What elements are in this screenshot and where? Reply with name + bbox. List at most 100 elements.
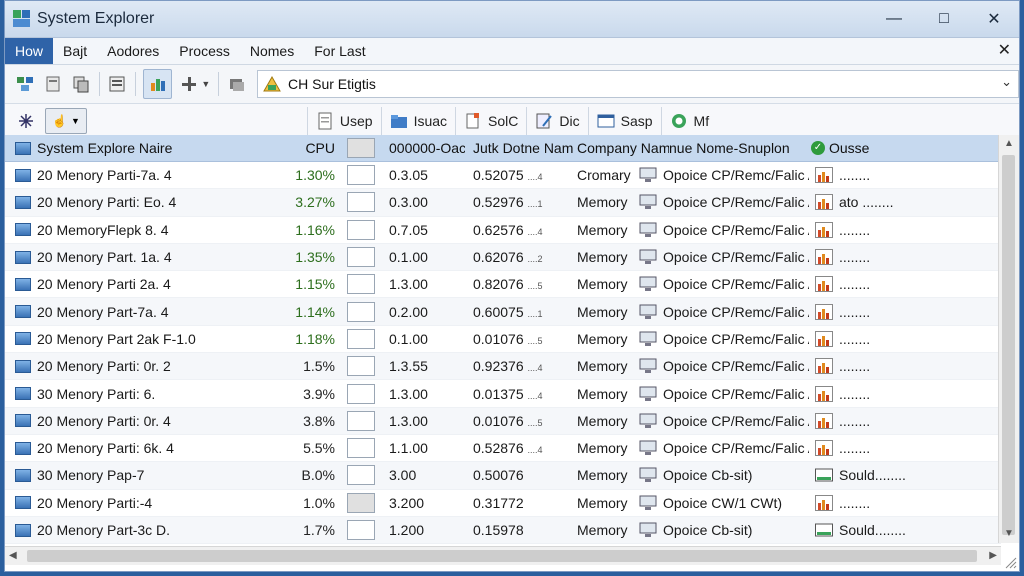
faults-cell: 0.92376 ....4 [473,358,543,375]
select-checkbox[interactable] [341,410,381,431]
scroll-up-icon[interactable]: ▲ [999,135,1019,153]
close-window-button[interactable]: ✕ [969,1,1019,37]
status-cell: ........ [809,330,919,347]
select-checkbox[interactable] [341,492,381,513]
isuac-button[interactable]: Isuac [380,107,455,135]
menu-nomes[interactable]: Nomes [240,38,304,64]
select-checkbox[interactable] [341,247,381,268]
table-row[interactable]: 20 MemoryFlepk 8. 4 1.16% 0.7.05 0.62576 ..… [5,217,1001,244]
status-cell: ........ [809,358,919,375]
table-row[interactable]: 20 Menory Part 2ak F-1.0 1.18% 0.1.00 0.010… [5,326,1001,354]
grid-header: System Explore Naire CPU 000000-Oac Jutk… [5,135,1001,162]
table-row[interactable]: 20 Menory Part-7a. 4 1.14% 0.2.00 0.60075 .… [5,298,1001,326]
process-icon [15,414,31,428]
vertical-scrollbar[interactable]: ▲ ▼ [998,135,1019,543]
solc-button[interactable]: SolC [455,107,526,135]
sasp-button[interactable]: Sasp [587,107,661,135]
usep-button[interactable]: Usep [306,107,381,135]
table-row[interactable]: 20 Menory Parti 2a. 4 1.15% 1.3.00 0.82076 … [5,271,1001,299]
status-cell: ato ........ [809,194,919,211]
scroll-thumb[interactable] [1002,155,1015,535]
scroll-down-icon[interactable]: ▼ [999,525,1019,543]
resize-grip-icon[interactable] [1003,555,1017,569]
monitor-icon [639,386,657,401]
table-row[interactable]: 20 Menory Parti: Eo. 4 3.27% 0.3.00 0.52976… [5,189,1001,217]
table-row[interactable]: 30 Menory Parti: 6. 3.9% 1.3.00 0.01375 ...… [5,380,1001,408]
menu-how[interactable]: How [5,38,54,64]
list-icon[interactable] [106,72,128,96]
select-checkbox[interactable] [341,356,381,377]
description-cell: Opoice CP/Remc/Falic A [633,222,809,238]
menu-process[interactable]: Process [169,38,240,64]
select-checkbox[interactable] [341,192,381,213]
copy-icon[interactable] [70,72,92,96]
hscroll-thumb[interactable] [27,550,977,562]
status-cell: ........ [809,221,919,238]
menu-aodores[interactable]: Aodores [97,38,169,64]
table-row[interactable]: 20 Menory Part-3c D. 1.7% 1.200 0.15978 Mem… [5,516,1001,545]
graph-icon [815,167,833,184]
select-checkbox[interactable] [341,301,381,322]
table-row[interactable]: 20 Menory Parti: 0r. 2 1.5% 1.3.55 0.92376 … [5,353,1001,381]
description-cell: Opoice CP/Remc/Falic A [633,194,809,210]
table-row[interactable]: 20 Menory Parti: 0r. 4 3.8% 1.3.00 0.01076 … [5,407,1001,435]
select-checkbox[interactable] [341,438,381,459]
faults-cell: 0.31772 [473,494,524,511]
process-name-cell: 20 Menory Parti: 0r. 2 [5,358,273,374]
maximize-button[interactable]: □ [919,1,969,37]
scroll-left-icon[interactable]: ◀ [9,547,17,565]
column-header-description[interactable]: nue Nome-Snuplon [669,140,805,156]
mf-button[interactable]: Mf [660,107,718,135]
status-cell: ........ [809,167,919,184]
close-icon[interactable]: ✕ [998,38,1011,64]
select-checkbox[interactable] [341,465,381,486]
minimize-button[interactable]: — [869,1,919,37]
chart-icon[interactable] [143,69,173,99]
cpu-cell: 3.27% [295,194,335,211]
status-flag-icon [815,468,833,482]
column-header-mem[interactable]: 000000-Oac [381,140,465,156]
graph-icon [815,440,833,457]
table-row[interactable]: 20 Menory Parti:-4 1.0% 3.200 0.31772 Memor… [5,490,1001,517]
process-name-cell: 30 Menory Pap-7 [5,467,273,483]
pointer-icon[interactable] [14,109,38,133]
select-checkbox[interactable] [341,520,381,540]
description-cell: Opoice Cb-sit) [633,467,809,483]
column-header-faults[interactable]: Jutk Dotne Nam. [465,140,573,156]
company-cell: Memory [577,249,628,266]
company-cell: Memory [577,467,628,484]
status-flag-icon [815,523,833,537]
monitor-icon [639,495,657,510]
column-header-cpu[interactable]: CPU [273,140,341,156]
document-icon[interactable] [42,72,64,96]
horizontal-scrollbar[interactable]: ◀ ▶ [5,546,1001,565]
description-cell: Opoice CP/Remc/Falic A [633,249,809,265]
select-checkbox[interactable] [341,165,381,186]
path-field[interactable]: CH Sur Etigtis ⌄ [257,70,1019,98]
select-checkbox[interactable] [341,274,381,295]
network-icon[interactable] [14,72,36,96]
column-header-check[interactable] [341,138,381,158]
memory-cell: 3.200 [389,494,425,511]
scroll-right-icon[interactable]: ▶ [989,547,997,565]
add-icon[interactable] [178,72,200,96]
table-row[interactable]: 20 Menory Parti: 6k. 4 5.5% 1.1.00 0.52876 … [5,435,1001,463]
table-row[interactable]: 30 Menory Pap-7 B.0% 3.00 0.50076 Memory Opo… [5,462,1001,490]
hand-tool-button[interactable]: ☝ ▼ [45,108,87,134]
select-checkbox[interactable] [341,383,381,404]
folder-icon[interactable] [226,72,248,96]
menu-for-last[interactable]: For Last [304,38,375,64]
memory-cell: 0.3.00 [389,194,428,211]
process-name-cell: 20 Menory Part 2ak F-1.0 [5,331,273,347]
column-header-name[interactable]: System Explore Naire [5,140,273,156]
table-row[interactable]: 20 Menory Parti-7a. 4 1.30% 0.3.05 0.52075 … [5,162,1001,190]
chevron-down-icon[interactable]: ⌄ [1001,74,1012,90]
menu-bajt[interactable]: Bajt [53,38,97,64]
column-header-status[interactable]: ✓ Ousse [805,140,915,156]
select-checkbox[interactable] [341,219,381,240]
table-row[interactable]: 20 Menory Part. 1a. 4 1.35% 0.1.00 0.62076 … [5,243,1001,272]
dic-button[interactable]: Dic [526,107,587,135]
column-header-company[interactable]: Company Name [573,140,669,156]
chevron-down-icon[interactable]: ▼ [201,79,210,89]
select-checkbox[interactable] [341,328,381,349]
